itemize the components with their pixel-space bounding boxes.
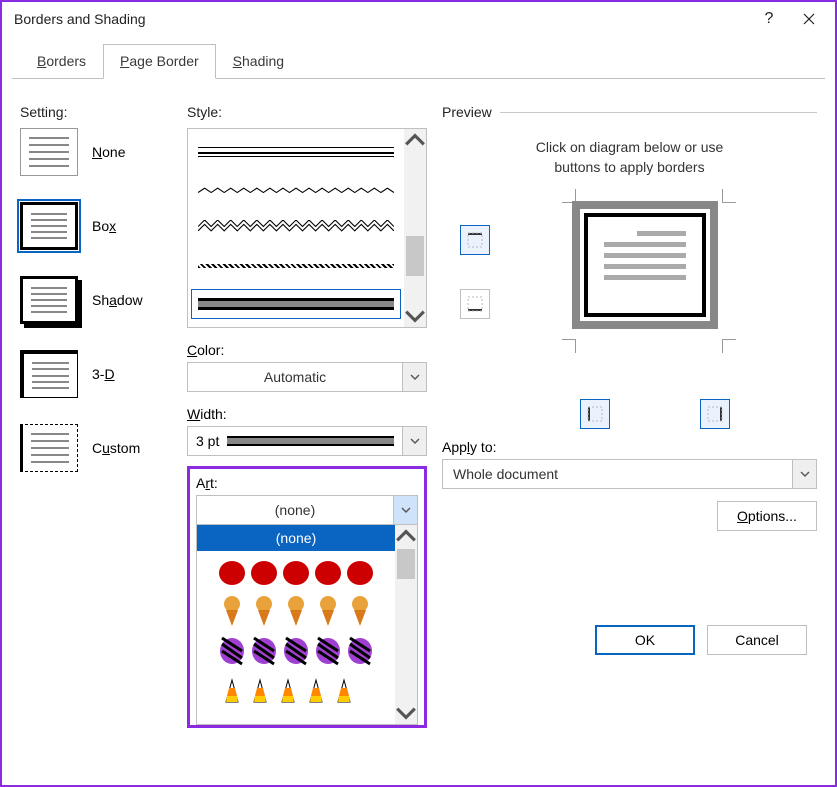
setting-box[interactable]: Box: [20, 202, 180, 250]
apply-to-value: Whole document: [443, 466, 792, 482]
dropdown-button[interactable]: [402, 427, 426, 455]
apply-to-combo[interactable]: Whole document: [442, 459, 817, 489]
scroll-up-icon[interactable]: [404, 129, 426, 151]
border-bottom-icon: [466, 295, 484, 313]
preview-label: Preview: [442, 104, 492, 120]
zebra-icon: [216, 636, 376, 666]
options-button[interactable]: Options...: [717, 501, 817, 531]
close-button[interactable]: [789, 5, 829, 33]
width-combo[interactable]: 3 pt: [187, 426, 427, 456]
cancel-button[interactable]: Cancel: [707, 625, 807, 655]
ok-button[interactable]: OK: [595, 625, 695, 655]
art-combo[interactable]: (none): [196, 495, 418, 525]
zigzag-icon: [198, 220, 394, 235]
art-option-apples[interactable]: [197, 551, 395, 591]
style-option-thick-shadow[interactable]: [192, 290, 400, 318]
preview-divider: [500, 112, 817, 113]
setting-shadow-label: Shadow: [92, 292, 143, 308]
width-preview-bar: [227, 436, 394, 446]
style-panel: Style: Color: Automatic: [187, 104, 427, 728]
color-combo[interactable]: Automatic: [187, 362, 427, 392]
candy-corn-icon: [216, 678, 376, 704]
dialog-button-row: OK Cancel: [595, 625, 807, 655]
apples-icon: [216, 556, 376, 586]
scroll-down-icon[interactable]: [404, 305, 426, 327]
art-option-zebra[interactable]: [197, 631, 395, 671]
help-button[interactable]: ?: [749, 5, 789, 33]
art-scrollbar[interactable]: [395, 525, 417, 724]
dialog-content: Setting: None Box Shadow 3-D Custom: [12, 94, 825, 775]
art-group-highlight: Art: (none) (none): [187, 466, 427, 728]
tab-page-border[interactable]: Page Border: [103, 44, 216, 79]
color-value: Automatic: [188, 369, 402, 385]
border-top-icon: [466, 231, 484, 249]
zigzag-icon: [198, 186, 394, 195]
width-label: Width:: [187, 406, 427, 422]
style-listbox[interactable]: [187, 128, 427, 328]
setting-custom-label: Custom: [92, 440, 140, 456]
border-left-button[interactable]: [580, 399, 610, 429]
chevron-down-icon: [410, 372, 420, 382]
preview-page[interactable]: [572, 201, 718, 329]
setting-box-label: Box: [92, 218, 116, 234]
art-label: Art:: [196, 475, 418, 491]
scrollbar-thumb[interactable]: [406, 236, 424, 276]
chevron-down-icon: [410, 436, 420, 446]
corner-marker: [562, 339, 576, 353]
scrollbar-thumb[interactable]: [397, 549, 415, 579]
color-label: Color:: [187, 342, 427, 358]
width-value: 3 pt: [196, 433, 219, 449]
style-label: Style:: [187, 104, 427, 120]
border-bottom-button[interactable]: [460, 289, 490, 319]
art-option-ice-cream[interactable]: [197, 591, 395, 631]
setting-none-icon: [20, 128, 78, 176]
tab-shading[interactable]: Shading: [216, 44, 301, 79]
style-option-triple[interactable]: [192, 138, 400, 166]
titlebar: Borders and Shading ?: [2, 2, 835, 36]
dialog-borders-and-shading: Borders and Shading ? Borders Page Borde…: [0, 0, 837, 787]
dropdown-button[interactable]: [402, 363, 426, 391]
art-value: (none): [197, 502, 393, 518]
setting-3d-label: 3-D: [92, 366, 115, 382]
border-top-button[interactable]: [460, 225, 490, 255]
setting-custom-icon: [20, 424, 78, 472]
art-dropdown-list: (none): [196, 525, 418, 725]
style-option-zigzag-thin[interactable]: [192, 176, 400, 204]
setting-none[interactable]: None: [20, 128, 180, 176]
tab-strip: Borders Page Border Shading: [2, 44, 835, 79]
setting-3d[interactable]: 3-D: [20, 350, 180, 398]
style-option-hatched[interactable]: [192, 252, 400, 280]
scroll-down-icon[interactable]: [395, 702, 417, 724]
corner-marker: [722, 339, 736, 353]
border-right-button[interactable]: [700, 399, 730, 429]
dropdown-button[interactable]: [393, 496, 417, 524]
corner-marker: [722, 189, 736, 203]
chevron-down-icon: [800, 469, 810, 479]
scroll-up-icon[interactable]: [395, 525, 417, 547]
setting-custom[interactable]: Custom: [20, 424, 180, 472]
preview-panel: Preview Click on diagram below or usebut…: [442, 104, 817, 531]
window-title: Borders and Shading: [14, 11, 749, 27]
preview-diagram[interactable]: [442, 189, 817, 359]
setting-shadow-icon: [20, 276, 78, 324]
art-option-candy-corn[interactable]: [197, 671, 395, 711]
border-right-icon: [706, 405, 724, 423]
apply-to-label: Apply to:: [442, 439, 817, 455]
setting-panel: Setting: None Box Shadow 3-D Custom: [20, 104, 180, 498]
setting-3d-icon: [20, 350, 78, 398]
setting-box-icon: [20, 202, 78, 250]
style-scrollbar[interactable]: [404, 129, 426, 327]
close-icon: [803, 13, 815, 25]
chevron-down-icon: [401, 505, 411, 515]
tab-borders[interactable]: Borders: [20, 44, 103, 79]
setting-label: Setting:: [20, 104, 180, 120]
style-option-zigzag-thick[interactable]: [192, 214, 400, 242]
art-option-none[interactable]: (none): [197, 525, 395, 551]
border-left-icon: [586, 405, 604, 423]
setting-shadow[interactable]: Shadow: [20, 276, 180, 324]
ice-cream-icon: [216, 594, 376, 628]
preview-hint: Click on diagram below or usebuttons to …: [452, 138, 807, 177]
setting-none-label: None: [92, 144, 125, 160]
dropdown-button[interactable]: [792, 460, 816, 488]
